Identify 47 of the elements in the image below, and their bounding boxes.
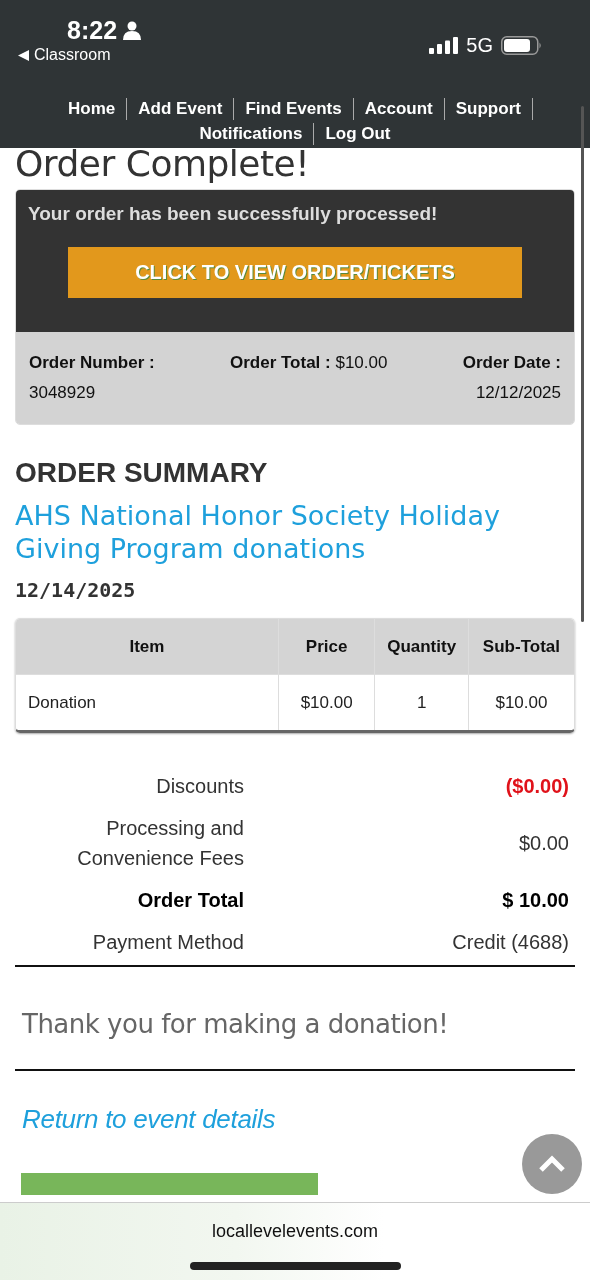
nav-link[interactable]: Support <box>444 98 533 120</box>
network-label: 5G <box>466 34 493 57</box>
scrollbar[interactable] <box>581 106 584 622</box>
column-header: Price <box>277 619 375 674</box>
success-message: Your order has been successfully processed! <box>28 203 439 225</box>
table-cell: 1 <box>374 674 468 730</box>
total-label: Payment Method <box>91 930 244 955</box>
nav-link[interactable]: Log Out <box>314 123 402 145</box>
table-cell: $10.00 <box>277 674 375 730</box>
nav-link[interactable]: Home <box>57 98 128 120</box>
field-value: 12/12/2025 <box>475 383 561 402</box>
nav-link[interactable]: Find Events <box>234 98 354 120</box>
nav-link[interactable]: Notifications <box>188 123 315 145</box>
home-indicator[interactable] <box>190 1262 401 1270</box>
nav-link[interactable]: Add Event <box>127 98 235 120</box>
total-value: $0.00 <box>517 831 570 856</box>
event-date: 12/14/2025 <box>15 578 137 602</box>
table-cell: Donation <box>16 674 278 730</box>
clock-time: 8:22 <box>67 16 118 45</box>
table-cell: $10.00 <box>467 674 574 730</box>
total-value: ($0.00) <box>504 774 570 799</box>
chevron-up-icon <box>538 1155 566 1173</box>
field-value: 3048929 <box>29 383 96 402</box>
thank-you-message: Thank you for making a donation! <box>15 967 575 1071</box>
total-value: $ 10.00 <box>501 888 570 913</box>
url-text[interactable]: locallevelevents.com <box>211 1221 379 1242</box>
order-total-text: Order Total : $10.00 <box>229 353 388 372</box>
action-button[interactable] <box>21 1173 318 1195</box>
back-icon <box>18 49 29 61</box>
signal-icon <box>429 37 459 54</box>
section-heading: ORDER SUMMARY <box>15 456 269 490</box>
event-title: AHS National Honor Society Holiday Giving Program donations <box>15 499 501 565</box>
total-label: Discounts <box>155 774 244 799</box>
field-label: Order Date : <box>462 353 561 372</box>
nav-link[interactable]: Account <box>353 98 445 120</box>
total-label: Processing and Convenience Fees <box>76 816 244 871</box>
total-label: Order Total <box>136 888 244 913</box>
page-title: Order Complete! <box>15 142 311 186</box>
column-header: Quantity <box>374 619 468 674</box>
field-label: Order Number : <box>29 353 155 372</box>
battery-icon <box>501 36 542 55</box>
column-header: Sub-Total <box>467 619 574 674</box>
column-header: Item <box>16 619 278 674</box>
total-value: Credit (4688) <box>451 930 570 955</box>
scroll-top-button[interactable] <box>522 1134 582 1194</box>
back-link[interactable]: Classroom <box>18 46 142 64</box>
person-icon <box>123 21 142 40</box>
